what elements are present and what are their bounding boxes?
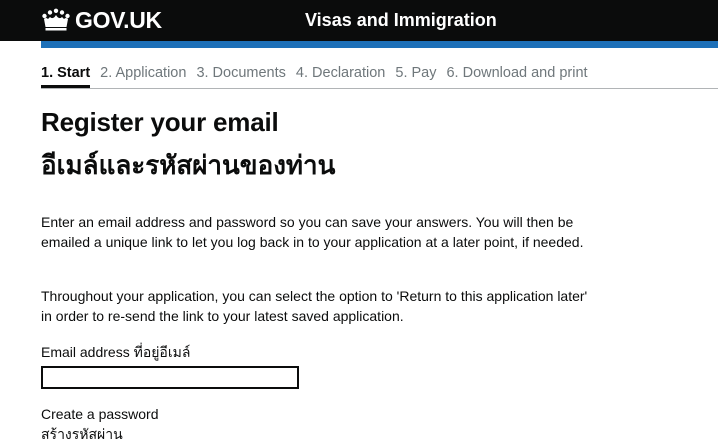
email-label: Email address ที่อยู่อีเมล์: [41, 344, 191, 360]
page-title: Register your email: [41, 107, 279, 137]
step-start: 1. Start: [41, 63, 91, 88]
step-documents: 3. Documents: [196, 65, 286, 81]
header-accent-bar: [41, 41, 718, 48]
password-label: Create a password: [41, 406, 159, 422]
step-application: 2. Application: [100, 65, 187, 81]
logo-text: GOV.UK: [75, 7, 162, 33]
step-pay: 5. Pay: [395, 65, 437, 81]
return-info-paragraph: Throughout your application, you can sel…: [41, 288, 588, 324]
step-declaration: 4. Declaration: [295, 65, 386, 81]
step-download-and-print: 6. Download and print: [446, 65, 588, 81]
site-header: GOV.UK Visas and Immigration: [0, 0, 718, 41]
progress-steps: 1. Start 2. Application 3. Documents 4. …: [41, 63, 598, 88]
service-name-link[interactable]: Visas and Immigration: [305, 8, 497, 32]
intro-paragraph: Enter an email address and password so y…: [41, 214, 584, 250]
password-label-thai: สร้างรหัสผ่าน: [41, 426, 123, 442]
page-title-thai: อีเมล์และรหัสผ่านของท่าน: [41, 150, 336, 180]
email-input[interactable]: [41, 366, 299, 389]
crown-icon: [41, 8, 71, 32]
steps-divider: [41, 88, 718, 89]
govuk-logo-link[interactable]: GOV.UK: [41, 6, 162, 34]
